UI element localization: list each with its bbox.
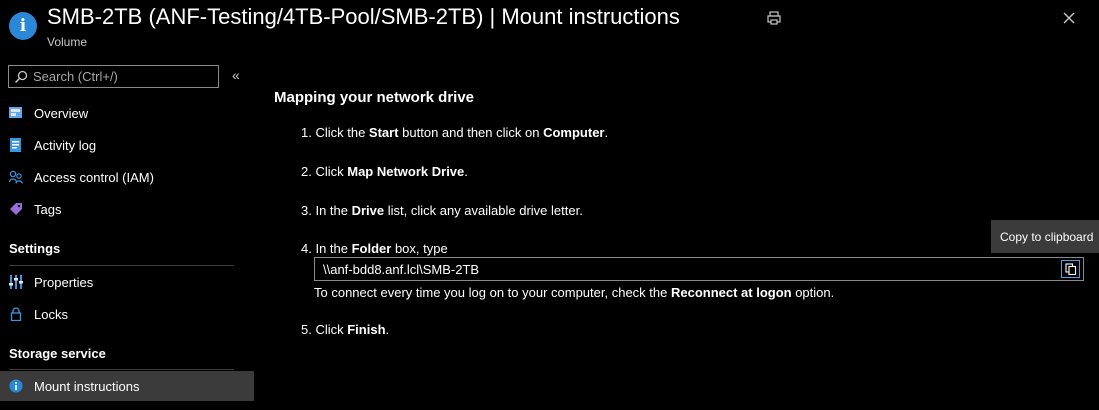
step-text: 1. Click the <box>301 125 369 140</box>
step-text: 2. Click <box>301 164 348 179</box>
copy-icon <box>1064 263 1076 275</box>
section-header-storage-service: Storage service <box>9 346 106 361</box>
close-icon[interactable] <box>1061 10 1077 26</box>
sidebar-item-label: Mount instructions <box>34 378 140 394</box>
print-icon[interactable] <box>766 10 782 26</box>
step-1: 1. Click the Start button and then click… <box>301 125 608 140</box>
step-text: button and then click on <box>398 125 544 140</box>
sidebar-item-label: Activity log <box>34 137 97 153</box>
sidebar-item-locks[interactable]: Locks <box>0 299 254 329</box>
sidebar-item-label: Overview <box>34 105 89 121</box>
activity-log-icon <box>10 138 21 152</box>
blade-header: i SMB-2TB (ANF-Testing/4TB-Pool/SMB-2TB)… <box>0 0 1099 56</box>
folder-path-field[interactable] <box>314 257 1084 281</box>
sidebar-item-label: Properties <box>34 274 94 290</box>
tag-icon <box>10 203 22 215</box>
search-box[interactable] <box>8 65 219 88</box>
sidebar-item-label: Tags <box>34 201 62 217</box>
step-2: 2. Click Map Network Drive. <box>301 164 468 179</box>
sidebar-item-properties[interactable]: Properties <box>0 267 254 297</box>
step-3: 3. In the Drive list, click any availabl… <box>301 203 583 218</box>
info-icon: i <box>9 12 37 40</box>
step-text: . <box>385 322 390 337</box>
step-text: To connect every time you log on to your… <box>314 285 671 300</box>
section-divider <box>9 369 234 370</box>
info-glyph: i <box>19 15 27 36</box>
sidebar-item-label: Locks <box>34 306 68 322</box>
step-4-note: To connect every time you log on to your… <box>314 285 834 300</box>
step-text: box, type <box>391 241 448 256</box>
overview-icon <box>9 107 22 118</box>
section-title: Mapping your network drive <box>274 89 475 106</box>
lock-icon <box>10 307 22 321</box>
sidebar-item-overview[interactable]: Overview <box>0 98 254 128</box>
properties-icon <box>9 275 23 289</box>
collapse-sidebar-icon[interactable]: « <box>232 68 244 82</box>
page-subtitle: Volume <box>47 35 88 49</box>
step-bold-text: Start <box>368 125 399 140</box>
step-text: . <box>464 164 468 179</box>
sidebar-item-activity-log[interactable]: Activity log <box>0 130 254 160</box>
access-control-icon <box>9 170 23 184</box>
copy-tooltip: Copy to clipboard <box>991 220 1099 253</box>
step-text: . <box>604 125 609 140</box>
step-bold-text: Reconnect at logon <box>670 285 792 300</box>
sidebar-item-access-control[interactable]: Access control (IAM) <box>0 162 254 192</box>
step-bold-text: Map Network Drive <box>347 164 465 179</box>
sidebar: « Overview Activity log Access control (… <box>0 56 256 410</box>
step-bold-text: Folder <box>351 241 392 256</box>
step-text: 4. In the <box>301 241 352 256</box>
step-5: 5. Click Finish. <box>301 322 389 337</box>
folder-path-input[interactable] <box>323 260 1043 278</box>
step-bold-text: Finish <box>347 322 386 337</box>
info-icon <box>9 379 23 393</box>
sidebar-item-tags[interactable]: Tags <box>0 194 254 224</box>
main-content: Mapping your network drive 1. Click the … <box>256 56 1099 410</box>
step-text: 3. In the <box>301 203 352 218</box>
copy-to-clipboard-button[interactable] <box>1061 260 1080 278</box>
sidebar-item-mount-instructions[interactable]: Mount instructions <box>0 371 254 401</box>
page-title: SMB-2TB (ANF-Testing/4TB-Pool/SMB-2TB) |… <box>47 4 680 29</box>
sidebar-item-label: Access control (IAM) <box>34 169 154 185</box>
step-bold-text: Computer <box>543 125 605 140</box>
section-divider <box>9 265 234 266</box>
step-text: 5. Click <box>301 322 348 337</box>
step-text: option. <box>791 285 835 300</box>
step-bold-text: Drive <box>351 203 385 218</box>
step-4: 4. In the Folder box, type <box>301 241 448 256</box>
section-header-settings: Settings <box>9 241 61 256</box>
search-icon <box>14 70 28 84</box>
search-input[interactable] <box>33 67 213 86</box>
step-text: list, click any available drive letter. <box>384 203 583 218</box>
